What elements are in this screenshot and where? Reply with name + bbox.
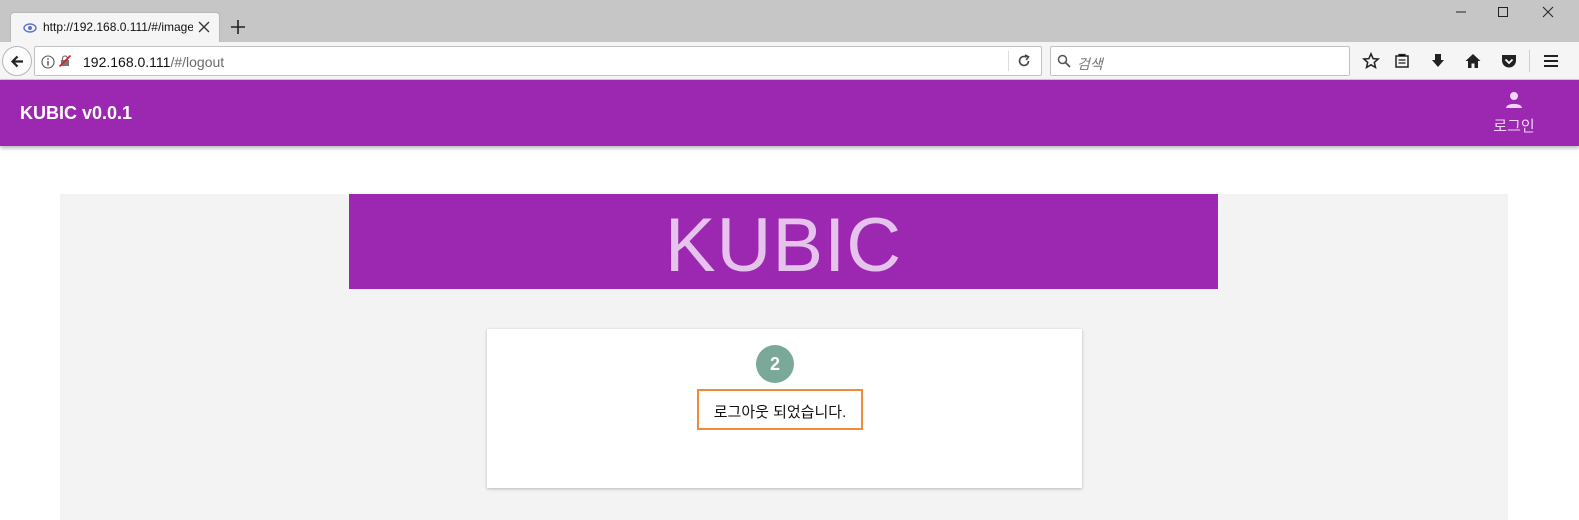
person-icon bbox=[1506, 92, 1522, 108]
logout-card: 2 로그아웃 되었습니다. bbox=[487, 329, 1082, 488]
step-badge: 2 bbox=[756, 345, 794, 383]
brand-text: KUBIC bbox=[664, 203, 903, 288]
close-window-icon[interactable] bbox=[1539, 4, 1557, 20]
browser-tab[interactable]: http://192.168.0.111/#/image bbox=[10, 12, 220, 42]
info-icon[interactable] bbox=[41, 55, 55, 69]
brand-banner: KUBIC bbox=[349, 194, 1218, 289]
browser-tab-bar: http://192.168.0.111/#/image bbox=[0, 0, 1579, 42]
plus-icon[interactable] bbox=[229, 18, 247, 36]
maximize-icon[interactable] bbox=[1494, 4, 1512, 20]
search-placeholder: 검색 bbox=[1077, 56, 1103, 72]
url-text[interactable]: 192.168.0.111/#/logout bbox=[83, 54, 224, 70]
star-icon[interactable] bbox=[1362, 52, 1380, 70]
login-label: 로그인 bbox=[1493, 118, 1535, 135]
tab-title: http://192.168.0.111/#/image bbox=[43, 20, 193, 34]
logout-message: 로그아웃 되었습니다. bbox=[713, 404, 847, 421]
close-icon[interactable] bbox=[196, 19, 212, 35]
url-divider bbox=[1008, 51, 1009, 71]
reload-icon[interactable] bbox=[1017, 54, 1031, 68]
home-icon[interactable] bbox=[1464, 52, 1482, 70]
app-title[interactable]: KUBIC v0.0.1 bbox=[20, 103, 132, 124]
clipboard-icon[interactable] bbox=[1393, 52, 1411, 70]
toolbar-divider bbox=[1529, 50, 1530, 72]
url-bar[interactable]: 192.168.0.111/#/logout bbox=[34, 46, 1042, 76]
app-header: KUBIC v0.0.1 로그인 bbox=[0, 80, 1579, 146]
back-button[interactable] bbox=[2, 46, 32, 76]
browser-nav-bar: 192.168.0.111/#/logout 검색 bbox=[0, 42, 1579, 80]
pocket-icon[interactable] bbox=[1500, 52, 1518, 70]
eye-icon bbox=[23, 23, 37, 33]
insecure-connection-icon[interactable] bbox=[58, 54, 72, 68]
hamburger-menu-icon[interactable] bbox=[1542, 52, 1560, 70]
download-icon[interactable] bbox=[1429, 52, 1447, 70]
url-host: 192.168.0.111 bbox=[83, 54, 171, 70]
url-path: /#/logout bbox=[170, 54, 225, 70]
minimize-icon[interactable] bbox=[1452, 4, 1470, 20]
login-button[interactable]: 로그인 bbox=[1486, 88, 1542, 140]
logout-message-box: 로그아웃 되었습니다. bbox=[697, 389, 863, 430]
search-icon bbox=[1057, 54, 1071, 68]
search-bar[interactable]: 검색 bbox=[1050, 46, 1350, 76]
back-arrow-icon bbox=[10, 55, 23, 68]
